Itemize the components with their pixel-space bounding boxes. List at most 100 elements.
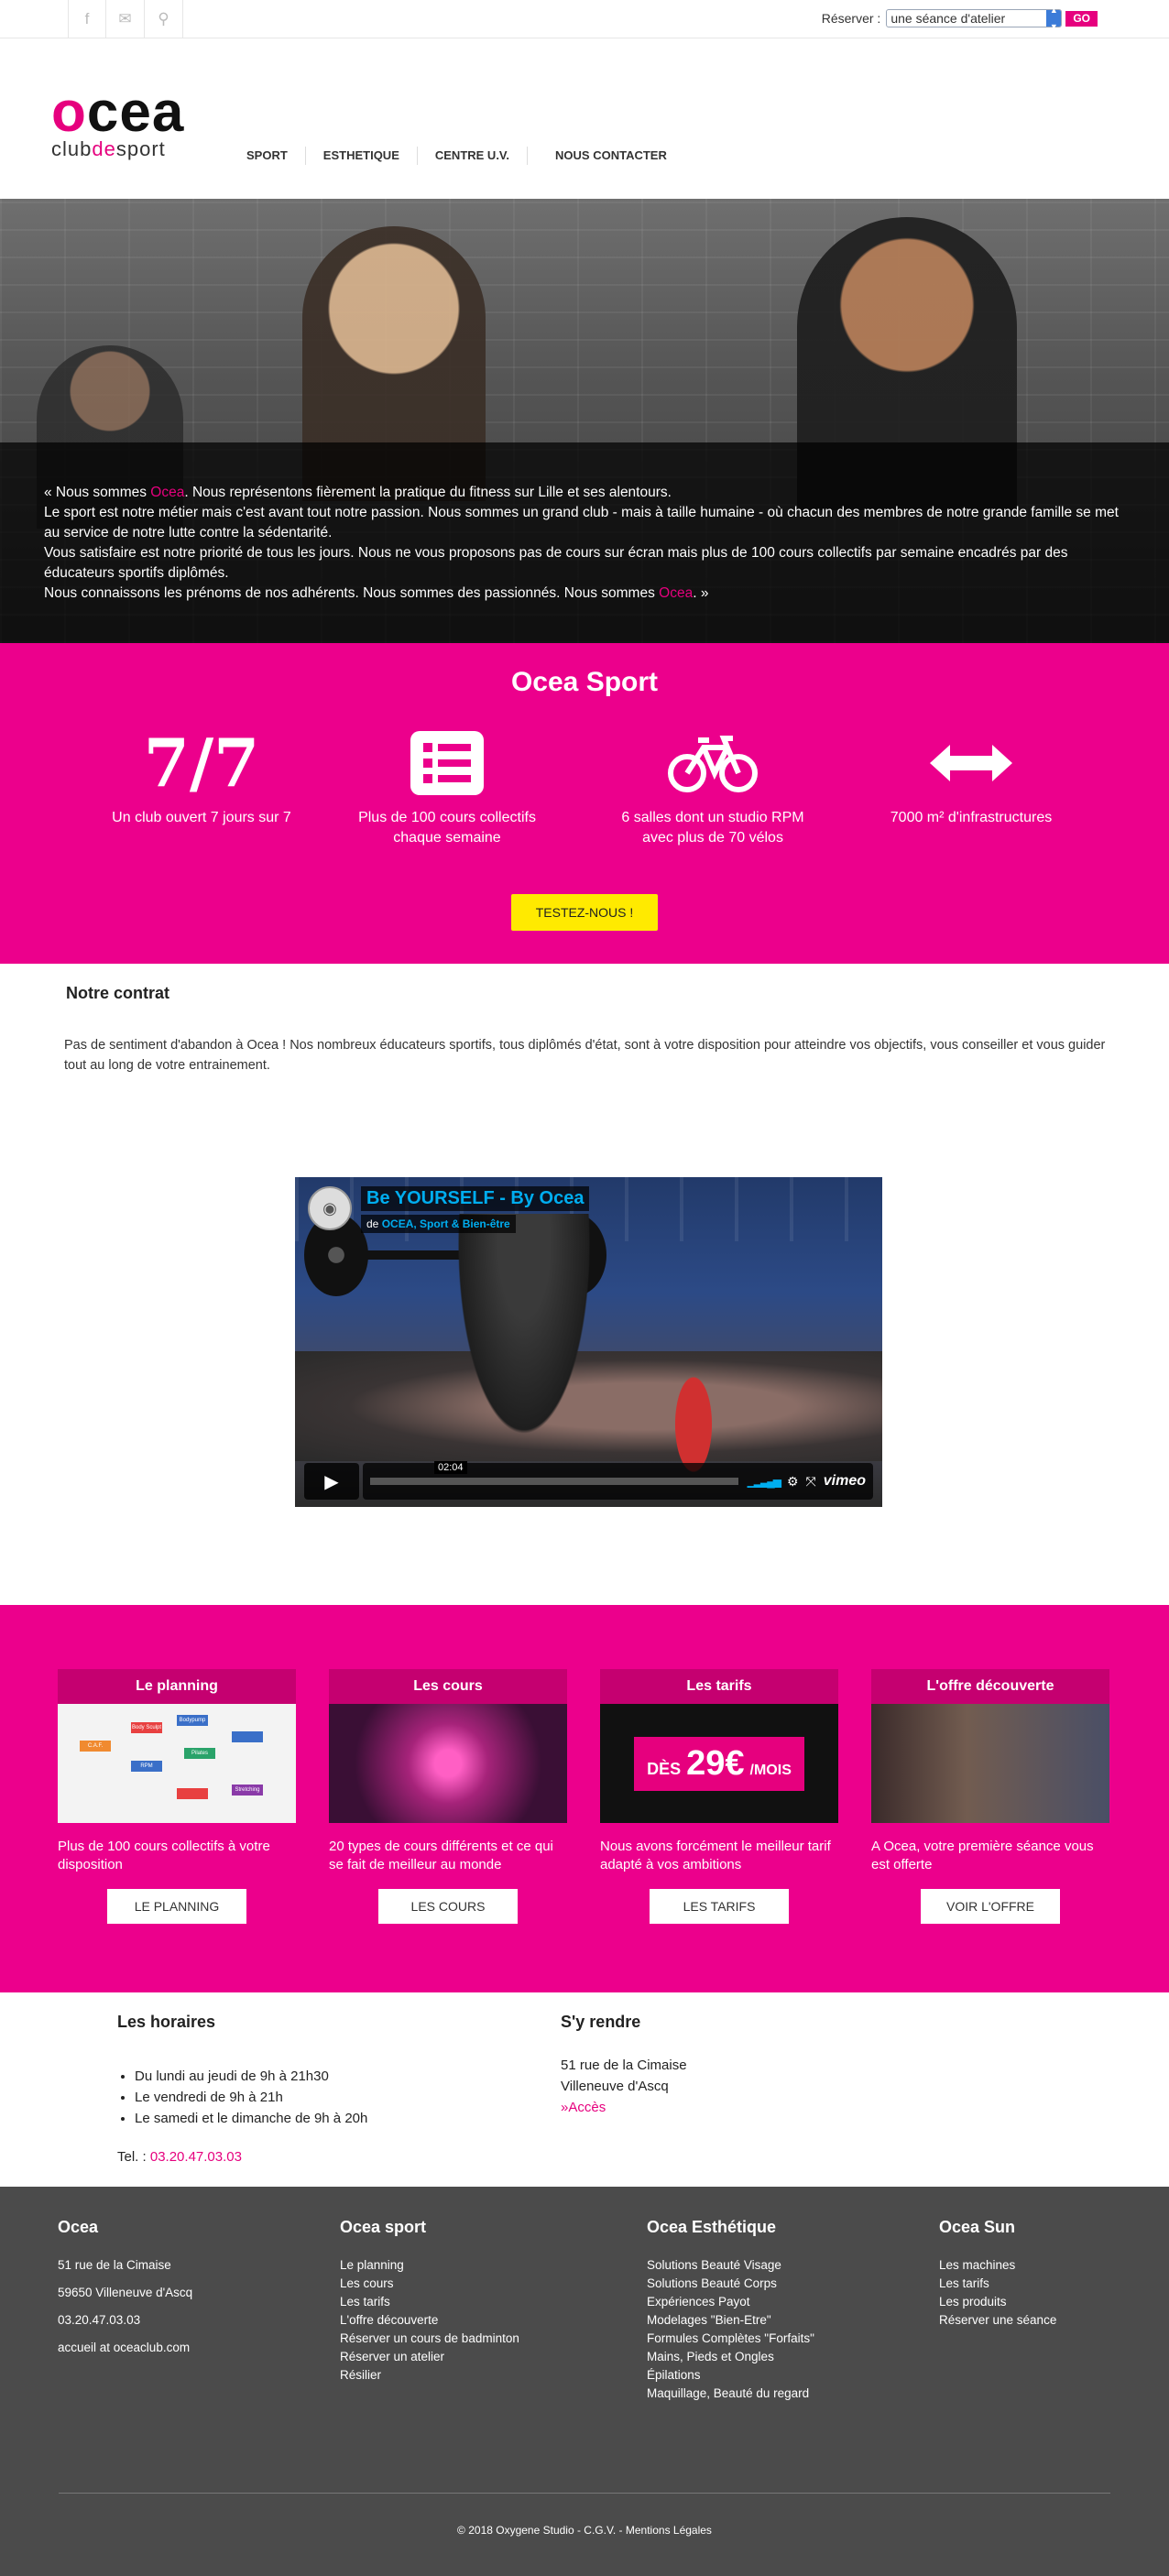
main-nav: SPORT ESTHETIQUE CENTRE U.V. NOUS CONTAC… — [229, 147, 684, 165]
planning-tag — [177, 1788, 208, 1799]
planning-tag: Pilates — [184, 1748, 215, 1759]
footer-link[interactable]: Solutions Beauté Visage — [647, 2258, 781, 2272]
feature-rooms: 6 salles dont un studio RPM avec plus de… — [612, 726, 814, 848]
video-header: ◉ Be YOURSELF - By Ocea de OCEA, Sport &… — [308, 1186, 590, 1233]
location-icon[interactable]: ⚲ — [145, 0, 183, 38]
nav-contact[interactable]: NOUS CONTACTER — [528, 147, 684, 165]
card-title: Les cours — [329, 1669, 567, 1704]
feature-label: Un club ouvert 7 jours sur 7 — [112, 810, 291, 825]
nav-sport[interactable]: SPORT — [229, 147, 306, 165]
footer-link[interactable]: Modelages "Bien-Etre" — [647, 2313, 771, 2327]
hours-item: Le samedi et le dimanche de 9h à 20h — [135, 2108, 367, 2129]
card-title: Le planning — [58, 1669, 296, 1704]
address: 51 rue de la Cimaise Villeneuve d'Ascq »… — [561, 2055, 687, 2118]
try-us-button[interactable]: TESTEZ-NOUS ! — [511, 894, 658, 931]
footer-link[interactable]: Expériences Payot — [647, 2295, 750, 2309]
footer-link[interactable]: Réserver un cours de badminton — [340, 2331, 519, 2345]
footer-link[interactable]: Le planning — [340, 2258, 404, 2272]
footer-address: 51 rue de la Cimaise — [58, 2258, 171, 2272]
fullscreen-icon[interactable]: ⤧ — [806, 1474, 816, 1490]
footer-link[interactable]: Les produits — [939, 2295, 1007, 2309]
cours-image[interactable] — [329, 1704, 567, 1823]
bicycle-icon — [612, 726, 814, 801]
video-icons: ▁▂▃▄▅ ⚙ ⤧ vimeo — [748, 1473, 866, 1490]
video-byline: de OCEA, Sport & Bien-être — [361, 1215, 516, 1233]
nav-esthetique[interactable]: ESTHETIQUE — [306, 147, 418, 165]
card-title: L'offre découverte — [871, 1669, 1109, 1704]
feature-label: 6 salles dont un studio RPM avec plus de… — [621, 810, 804, 846]
top-bar: f ✉ ⚲ Réserver : une séance d'atelier ▲ ▼… — [0, 0, 1169, 38]
sport-section: Ocea Sport 7/7 Un club ouvert 7 jours su… — [0, 643, 1169, 964]
mail-icon[interactable]: ✉ — [106, 0, 145, 38]
footer-col-sun: Ocea Sun Les machines Les tarifs Les pro… — [939, 2218, 1056, 2330]
sport-title: Ocea Sport — [510, 667, 659, 697]
tarifs-image[interactable]: DÈS 29€/MOIS — [600, 1704, 838, 1823]
card-description: Plus de 100 cours collectifs à votre dis… — [58, 1839, 270, 1872]
go-button[interactable]: GO — [1065, 10, 1098, 27]
feature-surface: 7000 m² d'infrastructures — [870, 726, 1072, 828]
vimeo-logo[interactable]: vimeo — [824, 1473, 866, 1490]
site-footer: Ocea 51 rue de la Cimaise 59650 Villeneu… — [0, 2187, 1169, 2576]
phone-link[interactable]: 03.20.47.03.03 — [150, 2149, 242, 2165]
planning-image[interactable]: Body Sculpt Bodypump C.A.F. RPM Pilates … — [58, 1704, 296, 1823]
footer-link[interactable]: Formules Complètes "Forfaits" — [647, 2331, 814, 2345]
hero-text: « Nous sommes Ocea. Nous représentons fi… — [0, 442, 1169, 643]
hours-item: Le vendredi de 9h à 21h — [135, 2087, 367, 2108]
footer-col-ocea: Ocea 51 rue de la Cimaise 59650 Villeneu… — [58, 2218, 192, 2366]
settings-icon[interactable]: ⚙ — [787, 1474, 799, 1490]
seven-days-icon: 7/7 — [143, 724, 260, 802]
planning-tag: RPM — [131, 1761, 162, 1772]
video-title[interactable]: Be YOURSELF - By Ocea — [361, 1186, 590, 1211]
volume-icon[interactable]: ▁▂▃▄▅ — [748, 1475, 781, 1488]
video-control-bar: 02:04 ▁▂▃▄▅ ⚙ ⤧ vimeo — [363, 1461, 873, 1500]
footer-link[interactable]: Solutions Beauté Corps — [647, 2276, 777, 2290]
footer-link[interactable]: Maquillage, Beauté du regard — [647, 2386, 809, 2400]
planning-tag: Bodypump — [177, 1715, 208, 1726]
play-icon[interactable]: ▶ — [304, 1463, 359, 1500]
footer-link[interactable]: L'offre découverte — [340, 2313, 438, 2327]
footer-col-esthetique: Ocea Esthétique Solutions Beauté Visage … — [647, 2218, 814, 2403]
footer-phone[interactable]: 03.20.47.03.03 — [58, 2311, 192, 2330]
access-link[interactable]: Accès — [568, 2100, 606, 2115]
arrows-horizontal-icon — [870, 726, 1072, 801]
nav-centre-uv[interactable]: CENTRE U.V. — [418, 147, 529, 165]
card-title: Les tarifs — [600, 1669, 838, 1704]
hero-line-2: Le sport est notre métier mais c'est ava… — [44, 505, 1119, 540]
planning-button[interactable]: LE PLANNING — [107, 1889, 246, 1924]
footer-link[interactable]: Les tarifs — [340, 2295, 390, 2309]
card-description: 20 types de cours différents et ce qui s… — [329, 1839, 553, 1872]
footer-link[interactable]: Réserver un atelier — [340, 2350, 444, 2363]
planning-tag: C.A.F. — [80, 1741, 111, 1752]
logo[interactable]: ocea clubdesport — [51, 84, 184, 159]
offre-button[interactable]: VOIR L'OFFRE — [921, 1889, 1060, 1924]
footer-link[interactable]: Mains, Pieds et Ongles — [647, 2350, 774, 2363]
video-progress-track[interactable]: 02:04 — [370, 1461, 738, 1485]
footer-heading: Ocea sport — [340, 2218, 427, 2236]
channel-avatar[interactable]: ◉ — [308, 1186, 352, 1230]
offre-image[interactable] — [871, 1704, 1109, 1823]
tarifs-button[interactable]: LES TARIFS — [650, 1889, 789, 1924]
hours-item: Du lundi au jeudi de 9h à 21h30 — [135, 2066, 367, 2087]
footer-link[interactable]: Les tarifs — [939, 2276, 989, 2290]
video-player[interactable]: ◉ Be YOURSELF - By Ocea de OCEA, Sport &… — [295, 1177, 882, 1507]
footer-heading: Ocea Sun — [939, 2218, 1016, 2236]
footer-email[interactable]: accueil at oceaclub.com — [58, 2339, 192, 2357]
footer-link[interactable]: Résilier — [340, 2368, 381, 2382]
card-description: Nous avons forcément le meilleur tarif a… — [600, 1839, 831, 1872]
cours-button[interactable]: LES COURS — [378, 1889, 518, 1924]
planning-tag — [232, 1731, 263, 1742]
planning-tag: Stretching — [232, 1785, 263, 1796]
reserve-select[interactable]: une séance d'atelier ▲ ▼ — [886, 5, 1063, 31]
hours-section: Les horaires Du lundi au jeudi de 9h à 2… — [0, 1992, 1169, 2187]
footer-link[interactable]: Épilations — [647, 2368, 701, 2382]
card-description: A Ocea, votre première séance vous est o… — [871, 1839, 1094, 1872]
card-tarifs: Les tarifs DÈS 29€/MOIS Nous avons forcém… — [600, 1669, 838, 1924]
channel-name[interactable]: OCEA, Sport & Bien-être — [382, 1217, 510, 1230]
contract-section: Notre contrat Pas de sentiment d'abandon… — [0, 964, 1169, 1605]
facebook-icon[interactable]: f — [68, 0, 106, 38]
footer-link[interactable]: Les cours — [340, 2276, 394, 2290]
hours-title: Les horaires — [117, 2013, 216, 2031]
footer-link[interactable]: Les machines — [939, 2258, 1015, 2272]
footer-link[interactable]: Réserver une séance — [939, 2313, 1056, 2327]
phone: Tel. : 03.20.47.03.03 — [117, 2149, 242, 2165]
